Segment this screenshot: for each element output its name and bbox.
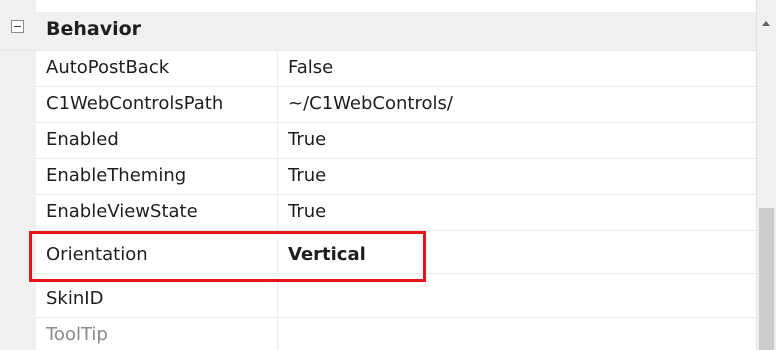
property-name: SkinID — [46, 288, 104, 309]
property-value: ~/C1WebControls/ — [288, 93, 453, 114]
property-name-cell[interactable]: EnableViewState — [36, 195, 278, 230]
scroll-up-button[interactable] — [757, 12, 776, 36]
property-name-cell[interactable]: AutoPostBack — [36, 51, 278, 86]
property-name: Enabled — [46, 129, 119, 150]
property-name: ToolTip — [46, 324, 108, 345]
property-name: AutoPostBack — [46, 57, 170, 78]
property-name-cell[interactable]: ToolTip — [36, 318, 278, 350]
property-value: True — [288, 165, 327, 186]
property-name: C1WebControlsPath — [46, 93, 224, 114]
category-behavior[interactable]: Behavior — [0, 12, 756, 51]
property-grid: Behavior AutoPostBack False C1WebControl… — [0, 0, 756, 350]
property-value: True — [288, 201, 327, 222]
property-value: True — [288, 129, 327, 150]
property-row-skinid[interactable]: SkinID — [36, 282, 756, 318]
property-name-cell[interactable]: SkinID — [36, 282, 278, 317]
property-name: EnableViewState — [46, 201, 198, 222]
property-row-autopostback[interactable]: AutoPostBack False — [36, 51, 756, 87]
property-row-enabletheming[interactable]: EnableTheming True — [36, 159, 756, 195]
property-name-cell[interactable]: C1WebControlsPath — [36, 87, 278, 122]
vertical-scrollbar[interactable] — [756, 0, 776, 350]
grid-left-margin — [0, 0, 36, 350]
highlight-annotation-box — [29, 231, 426, 282]
property-name-cell[interactable]: Enabled — [36, 123, 278, 158]
property-name: EnableTheming — [46, 165, 187, 186]
collapse-minus-icon[interactable] — [11, 20, 24, 33]
category-label: Behavior — [46, 18, 142, 40]
minus-glyph — [14, 26, 21, 27]
properties-window: Behavior AutoPostBack False C1WebControl… — [0, 0, 776, 350]
scrollbar-thumb[interactable] — [759, 208, 774, 350]
property-row-enableviewstate[interactable]: EnableViewState True — [36, 195, 756, 231]
property-row-tooltip[interactable]: ToolTip — [36, 318, 756, 350]
property-name-cell[interactable]: EnableTheming — [36, 159, 278, 194]
property-row-enabled[interactable]: Enabled True — [36, 123, 756, 159]
scroll-up-arrow-icon — [762, 21, 770, 26]
property-row-c1webcontrolspath[interactable]: C1WebControlsPath ~/C1WebControls/ — [36, 87, 756, 123]
property-value: False — [288, 57, 334, 78]
